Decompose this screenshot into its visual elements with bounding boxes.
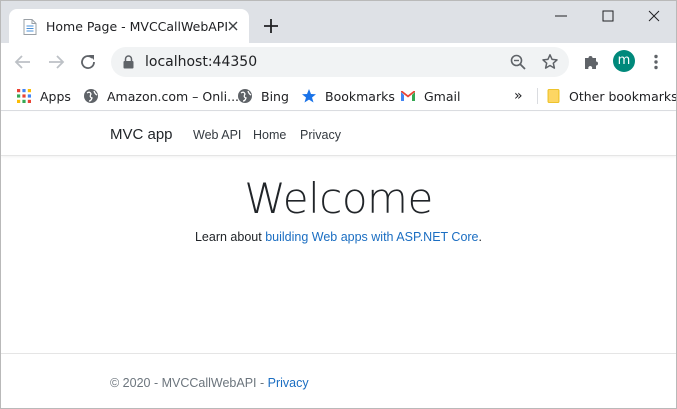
folder-icon: [547, 89, 560, 103]
footer-copyright: © 2020 - MVCCallWebAPI -: [110, 376, 268, 390]
bookmark-label: Bing: [261, 88, 289, 104]
site-brand[interactable]: MVC app: [110, 126, 173, 143]
bookmarks-divider: [537, 88, 538, 104]
browser-window: Home Page - MVCCallWebAPI localhost:4435…: [0, 0, 677, 409]
bookmark-label: Bookmarks: [325, 88, 395, 104]
menu-kebab-icon[interactable]: [646, 52, 666, 72]
bookmark-bookmarks[interactable]: Bookmarks: [301, 87, 395, 105]
reload-icon[interactable]: [78, 52, 98, 72]
address-bar[interactable]: localhost:44350: [111, 47, 569, 77]
close-tab-icon[interactable]: [227, 20, 239, 32]
bookmark-bing[interactable]: Bing: [237, 87, 289, 105]
star-bookmark-icon[interactable]: [541, 53, 559, 71]
bookmarks-overflow-button[interactable]: »: [514, 87, 523, 105]
globe-icon: [84, 89, 98, 103]
page-title: Welcome: [244, 174, 433, 223]
apps-grid-icon: [17, 89, 31, 103]
footer-privacy-link[interactable]: Privacy: [268, 376, 309, 390]
learn-link[interactable]: building Web apps with ASP.NET Core: [265, 230, 478, 244]
nav-link-home[interactable]: Home: [253, 128, 286, 142]
gmail-icon: [401, 91, 415, 101]
bookmark-label: Amazon.com – Onli...: [107, 88, 240, 104]
tab-title: Home Page - MVCCallWebAPI: [46, 19, 229, 34]
nav-link-web-api[interactable]: Web API: [193, 128, 241, 142]
bookmark-amazon[interactable]: Amazon.com – Onli...: [83, 87, 239, 105]
star-icon: [302, 89, 316, 103]
browser-toolbar: localhost:44350 m: [1, 43, 676, 81]
bookmarks-bar: Apps Amazon.com – Onli... Bing Bookmarks: [1, 81, 676, 111]
learn-text: Learn about building Web apps with ASP.N…: [1, 230, 676, 244]
lock-icon[interactable]: [123, 55, 134, 69]
profile-avatar[interactable]: m: [613, 50, 635, 72]
tab-strip: Home Page - MVCCallWebAPI: [1, 1, 676, 43]
page-favicon-icon: [23, 19, 37, 35]
site-footer: © 2020 - MVCCallWebAPI - Privacy: [1, 353, 676, 408]
bookmark-label: Apps: [40, 88, 71, 104]
nav-link-privacy[interactable]: Privacy: [300, 128, 341, 142]
minimize-icon[interactable]: [552, 7, 570, 25]
maximize-icon[interactable]: [599, 7, 617, 25]
forward-arrow-icon[interactable]: [46, 52, 66, 72]
back-arrow-icon[interactable]: [13, 52, 33, 72]
site-navbar: MVC app Web API Home Privacy: [1, 112, 676, 156]
bookmark-label: Gmail: [424, 88, 461, 104]
other-bookmarks[interactable]: Other bookmarks: [547, 87, 677, 105]
new-tab-icon[interactable]: [263, 18, 279, 34]
footer-text: © 2020 - MVCCallWebAPI - Privacy: [110, 376, 309, 390]
learn-prefix: Learn about: [194, 230, 266, 244]
web-page: MVC app Web API Home Privacy Welcome Lea…: [1, 112, 676, 408]
globe-icon: [238, 89, 252, 103]
zoom-icon[interactable]: [509, 53, 527, 71]
url-text[interactable]: localhost:44350: [145, 54, 257, 70]
bookmark-apps[interactable]: Apps: [16, 87, 71, 105]
tab-home-page[interactable]: Home Page - MVCCallWebAPI: [9, 9, 249, 43]
learn-suffix: .: [478, 230, 482, 244]
other-bookmarks-label: Other bookmarks: [569, 88, 677, 104]
bookmark-gmail[interactable]: Gmail: [400, 87, 460, 105]
close-window-icon[interactable]: [645, 7, 663, 25]
extensions-puzzle-icon[interactable]: [581, 52, 601, 72]
